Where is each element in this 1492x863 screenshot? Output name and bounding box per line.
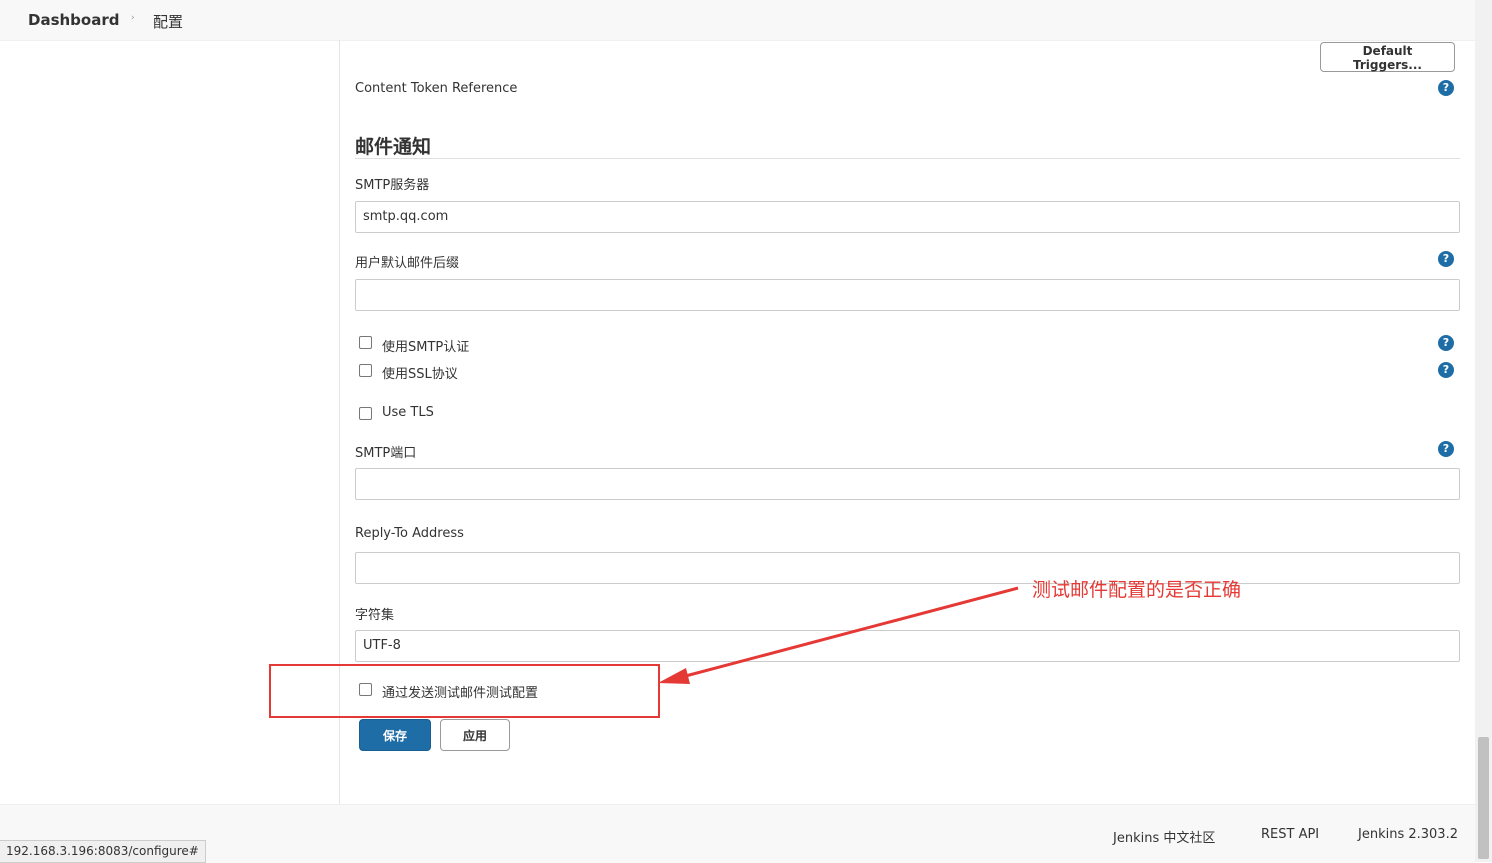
help-icon[interactable]: ? — [1438, 362, 1454, 378]
annotation-arrow-head — [658, 668, 690, 684]
default-suffix-label: 用户默认邮件后缀 — [355, 256, 460, 271]
charset-label: 字符集 — [355, 608, 395, 623]
default-suffix-input[interactable] — [355, 279, 1460, 311]
help-icon[interactable]: ? — [1438, 441, 1454, 457]
scrollbar-thumb[interactable] — [1478, 737, 1489, 859]
smtp-port-label: SMTP端口 — [355, 446, 417, 461]
smtp-auth-label: 使用SMTP认证 — [382, 340, 470, 355]
ssl-label: 使用SSL协议 — [382, 367, 458, 382]
help-icon[interactable]: ? — [1438, 80, 1454, 96]
reply-to-label: Reply-To Address — [355, 526, 464, 541]
help-icon[interactable]: ? — [1438, 335, 1454, 351]
smtp-auth-checkbox[interactable] — [359, 336, 372, 349]
smtp-port-input[interactable] — [355, 468, 1460, 500]
save-button[interactable]: 保存 — [359, 719, 431, 751]
breadcrumb-current: 配置 — [153, 13, 184, 31]
footer: Jenkins 中文社区 REST API Jenkins 2.303.2 — [0, 804, 1475, 863]
footer-rest-api-link[interactable]: REST API — [1261, 827, 1319, 842]
footer-community-link[interactable]: Jenkins 中文社区 — [1113, 827, 1215, 846]
breadcrumb: Dashboard › 配置 — [0, 0, 1475, 41]
mail-section-title: 邮件通知 — [355, 136, 432, 158]
apply-button[interactable]: 应用 — [440, 719, 510, 751]
ssl-checkbox[interactable] — [359, 364, 372, 377]
content-token-reference-label: Content Token Reference — [355, 81, 518, 96]
footer-version-link[interactable]: Jenkins 2.303.2 — [1358, 827, 1458, 842]
tls-checkbox[interactable] — [359, 407, 372, 420]
breadcrumb-dashboard-link[interactable]: Dashboard — [28, 11, 119, 29]
scrollbar-track[interactable] — [1475, 0, 1492, 862]
default-triggers-button[interactable]: Default Triggers... — [1320, 42, 1455, 72]
annotation-text: 测试邮件配置的是否正确 — [1032, 579, 1242, 601]
breadcrumb-chevron-icon: › — [131, 13, 135, 23]
section-divider — [355, 158, 1460, 159]
annotation-arrow-shaft — [677, 586, 1019, 680]
smtp-server-label: SMTP服务器 — [355, 178, 430, 193]
status-bar-url: 192.168.3.196:8083/configure# — [0, 840, 206, 863]
annotation-highlight-box — [269, 664, 660, 718]
smtp-server-input[interactable]: smtp.qq.com — [355, 201, 1460, 233]
annotation-arrow-icon — [658, 586, 1019, 684]
tls-label: Use TLS — [382, 405, 434, 420]
help-icon[interactable]: ? — [1438, 251, 1454, 267]
